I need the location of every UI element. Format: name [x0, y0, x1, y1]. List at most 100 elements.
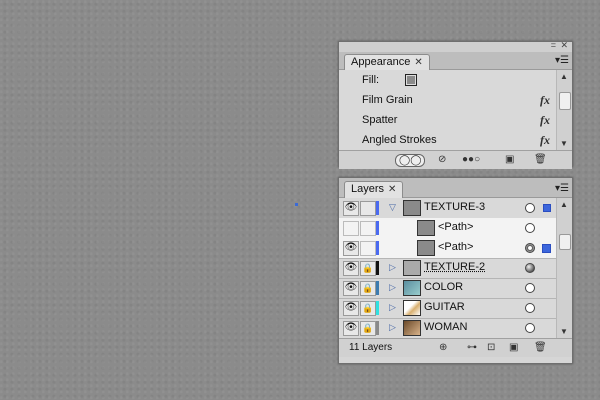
layer-thumbnail: [403, 200, 421, 216]
layers-scrollbar[interactable]: ▲ ▼: [556, 198, 572, 338]
scroll-down-icon[interactable]: ▼: [560, 327, 568, 336]
expand-triangle-icon[interactable]: ▽: [389, 202, 396, 213]
lock-toggle[interactable]: [360, 221, 376, 236]
layer-row-texture-3[interactable]: 👁 ▽ TEXTURE-3: [339, 198, 557, 219]
new-art-appearance-icon[interactable]: ◯◯: [395, 154, 426, 167]
tab-appearance[interactable]: Appearance ✕: [344, 54, 430, 71]
layer-row-woman[interactable]: 👁 🔒 ▷ WOMAN: [339, 318, 557, 339]
fill-row[interactable]: Fill:: [339, 70, 554, 90]
expand-triangle-icon[interactable]: ▷: [389, 302, 396, 313]
layer-color-bar: [376, 321, 379, 335]
target-circle-icon[interactable]: [525, 263, 535, 273]
make-clipping-mask-icon[interactable]: ⊶: [467, 342, 477, 353]
panel-menu-icon[interactable]: ▾☰: [555, 183, 569, 194]
layer-color-bar: [376, 281, 379, 295]
layer-color-bar: [376, 301, 379, 315]
layer-row-path[interactable]: <Path>: [339, 218, 557, 239]
visibility-eye-icon[interactable]: 👁: [343, 241, 359, 256]
duplicate-item-icon[interactable]: ▣: [505, 154, 514, 165]
tab-appearance-label: Appearance: [351, 56, 411, 68]
path-thumbnail: [417, 240, 435, 256]
visibility-eye-icon[interactable]: 👁: [343, 201, 359, 216]
visibility-eye-icon[interactable]: 👁: [343, 301, 359, 316]
visibility-eye-icon[interactable]: 👁: [343, 261, 359, 276]
delete-item-icon[interactable]: 🗑: [534, 154, 547, 165]
selection-dot: [295, 203, 298, 206]
fill-label: Fill:: [362, 74, 380, 86]
appearance-scrollbar[interactable]: ▲ ▼: [556, 70, 572, 150]
collapse-icon[interactable]: =: [551, 40, 556, 50]
layer-count: 11 Layers: [349, 342, 393, 353]
effect-row-film-grain[interactable]: Film Grain fx: [339, 90, 554, 110]
delete-layer-icon[interactable]: 🗑: [534, 342, 547, 353]
lock-toggle[interactable]: [360, 201, 376, 216]
new-sublayer-icon[interactable]: ⊡: [487, 342, 495, 353]
appearance-panel: = ✕ Appearance ✕ ▾☰ Fill: Film Grain fx S…: [338, 40, 573, 169]
visibility-eye-icon[interactable]: 👁: [343, 281, 359, 296]
effect-row-angled-strokes[interactable]: Angled Strokes fx: [339, 130, 554, 150]
new-layer-icon[interactable]: ▣: [509, 342, 518, 353]
scroll-up-icon[interactable]: ▲: [560, 72, 568, 81]
target-circle-icon[interactable]: [525, 203, 535, 213]
panel-menu-icon[interactable]: ▾☰: [555, 55, 569, 66]
layer-color-bar: [376, 241, 379, 255]
close-tab-icon[interactable]: ✕: [414, 57, 422, 68]
fx-icon[interactable]: fx: [540, 130, 550, 150]
lock-icon[interactable]: 🔒: [360, 301, 376, 316]
path-name: <Path>: [438, 221, 474, 233]
layer-color-bar: [376, 261, 379, 275]
lock-toggle[interactable]: [360, 241, 376, 256]
tab-layers-label: Layers: [351, 183, 385, 195]
expand-triangle-icon[interactable]: ▷: [389, 282, 396, 293]
expand-triangle-icon[interactable]: ▷: [389, 322, 396, 333]
fx-icon[interactable]: fx: [540, 110, 550, 130]
clear-appearance-icon[interactable]: ⊘: [438, 154, 446, 165]
visibility-eye-icon[interactable]: 👁: [343, 321, 359, 336]
effect-label: Spatter: [362, 114, 398, 126]
target-circle-icon[interactable]: [525, 323, 535, 333]
layer-name: TEXTURE-3: [424, 201, 486, 213]
expand-triangle-icon[interactable]: ▷: [389, 262, 396, 273]
scroll-thumb[interactable]: [559, 234, 571, 250]
lock-icon[interactable]: 🔒: [360, 321, 376, 336]
layer-color-bar: [376, 221, 379, 235]
layer-thumbnail: [403, 280, 421, 296]
lock-icon[interactable]: 🔒: [360, 261, 376, 276]
layer-row-texture-2[interactable]: 👁 🔒 ▷ TEXTURE-2: [339, 258, 557, 279]
target-circle-icon[interactable]: [525, 283, 535, 293]
visibility-toggle[interactable]: [343, 221, 359, 236]
layer-color-bar: [376, 201, 379, 215]
target-circle-icon[interactable]: [525, 223, 535, 233]
layer-thumbnail: [403, 300, 421, 316]
fx-icon[interactable]: fx: [540, 90, 550, 110]
layer-row-color[interactable]: 👁 🔒 ▷ COLOR: [339, 278, 557, 299]
layer-name: WOMAN: [424, 321, 468, 333]
lock-icon[interactable]: 🔒: [360, 281, 376, 296]
layers-panel: Layers ✕ ▾☰ 👁 ▽ TEXTURE-3 <Path> 👁 <Path…: [338, 177, 573, 364]
scroll-up-icon[interactable]: ▲: [560, 200, 568, 209]
effect-row-spatter[interactable]: Spatter fx: [339, 110, 554, 130]
path-thumbnail: [417, 220, 435, 236]
target-circle-icon[interactable]: [525, 243, 535, 253]
fill-swatch[interactable]: [405, 74, 417, 86]
target-circle-icon[interactable]: [525, 303, 535, 313]
layer-name: TEXTURE-2: [424, 261, 486, 273]
close-tab-icon[interactable]: ✕: [388, 184, 396, 195]
layer-thumbnail: [403, 320, 421, 336]
layer-row-guitar[interactable]: 👁 🔒 ▷ GUITAR: [339, 298, 557, 319]
layer-name: COLOR: [424, 281, 464, 293]
close-panel-icon[interactable]: ✕: [560, 40, 568, 51]
effect-label: Film Grain: [362, 94, 413, 106]
selection-indicator[interactable]: [543, 204, 551, 212]
layer-name: GUITAR: [424, 301, 465, 313]
path-name: <Path>: [438, 241, 474, 253]
reduce-basic-appearance-icon[interactable]: ●●○: [462, 154, 480, 165]
effect-label: Angled Strokes: [362, 134, 437, 146]
scroll-thumb[interactable]: [559, 92, 571, 110]
layer-row-path[interactable]: 👁 <Path>: [339, 238, 557, 259]
locate-object-icon[interactable]: ⊕: [439, 342, 447, 353]
selection-indicator[interactable]: [542, 244, 551, 253]
scroll-down-icon[interactable]: ▼: [560, 139, 568, 148]
tab-layers[interactable]: Layers ✕: [344, 181, 404, 198]
layer-thumbnail: [403, 260, 421, 276]
